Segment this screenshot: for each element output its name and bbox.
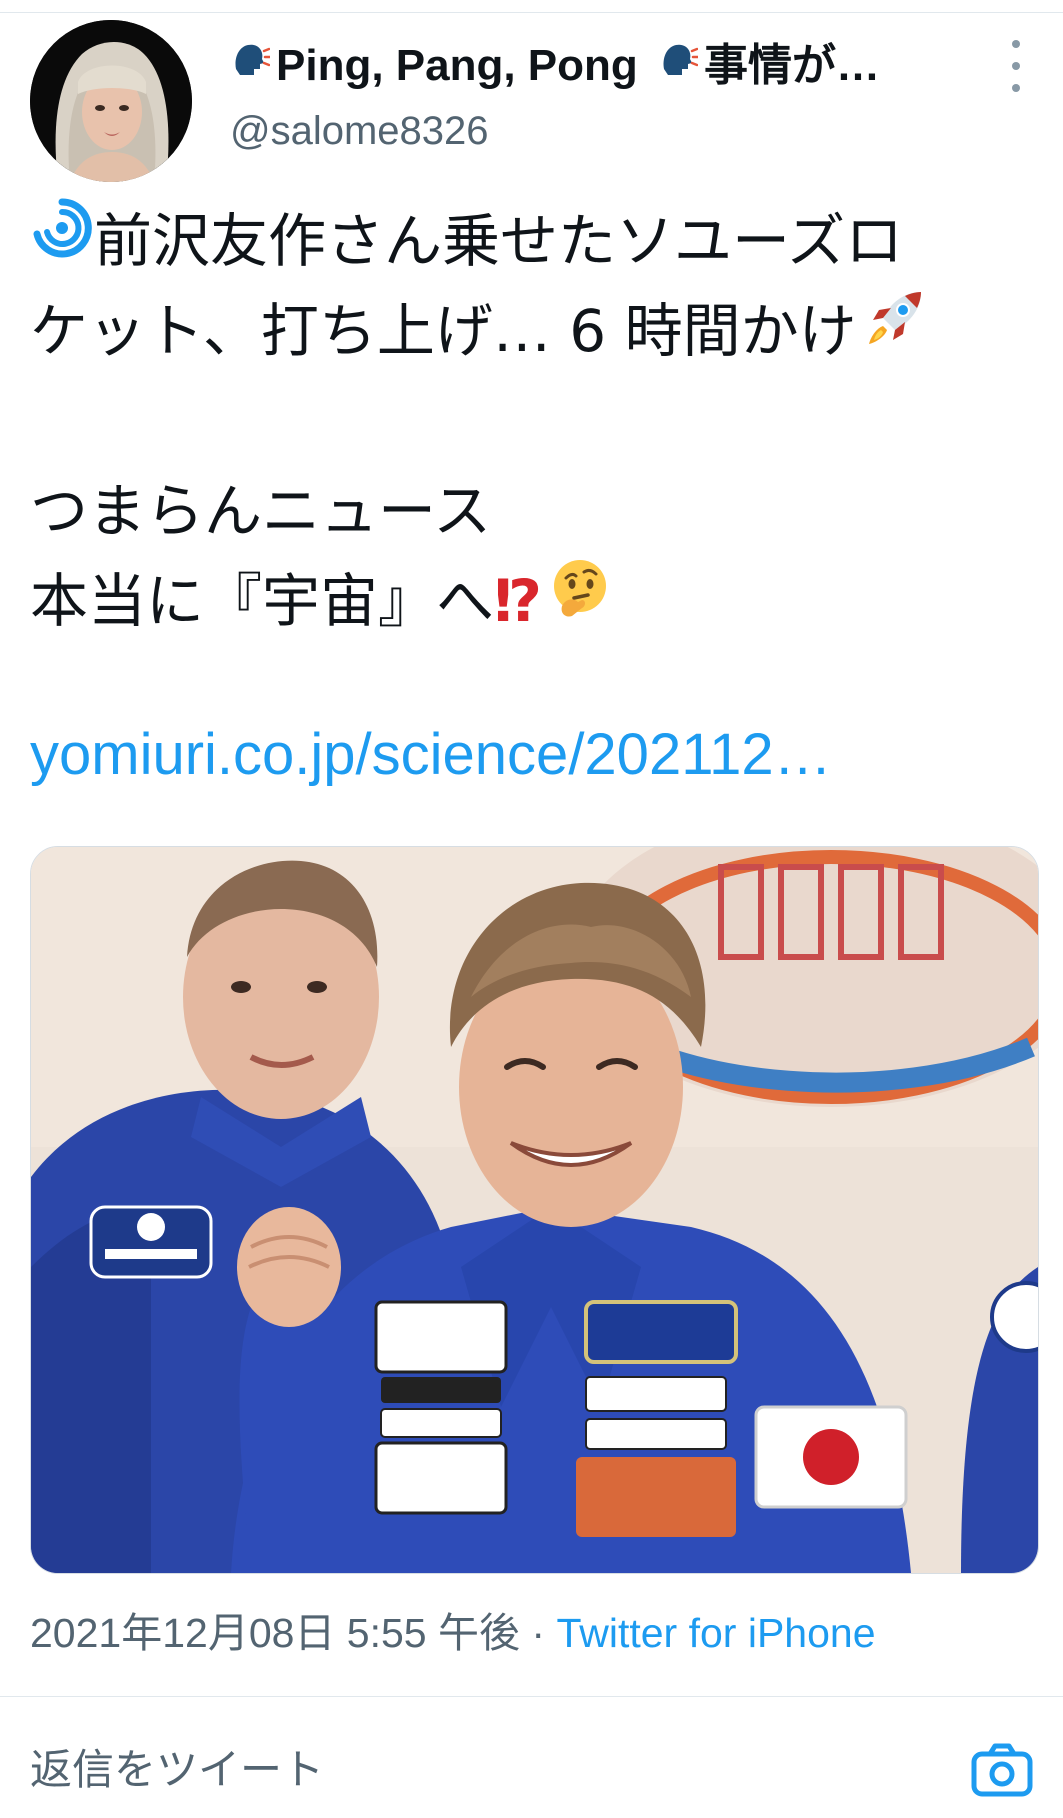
tweet-line-2-text: ケット、打ち上げ… 6 時間かけ bbox=[30, 297, 857, 365]
more-dot bbox=[1012, 40, 1020, 48]
more-options-button[interactable] bbox=[996, 40, 1036, 92]
avatar-photo bbox=[30, 20, 192, 182]
display-name-part-2: 事情が… bbox=[704, 41, 881, 90]
more-dot bbox=[1012, 62, 1020, 70]
thinking-face-icon bbox=[548, 555, 612, 645]
exclamation-question-icon: ⁉ bbox=[494, 567, 543, 635]
rocket-icon bbox=[863, 284, 929, 375]
camera-button[interactable] bbox=[970, 1740, 1034, 1800]
tweet-line-4: 本当に『宇宙』へ⁉ bbox=[30, 556, 1040, 646]
tweet-media-image[interactable] bbox=[30, 846, 1039, 1574]
article-link[interactable]: yomiuri.co.jp/science/202112… bbox=[30, 710, 832, 800]
reply-input[interactable]: 返信をツイート bbox=[30, 1740, 930, 1800]
author-avatar[interactable] bbox=[30, 20, 192, 182]
author-handle[interactable]: @salome8326 bbox=[230, 106, 489, 156]
tweet-line-2: ケット、打ち上げ… 6 時間かけ bbox=[30, 286, 1040, 376]
tweet-line-1-text: 前沢友作さん乗せたソユーズロ bbox=[94, 207, 904, 275]
tweet-text: 前沢友作さん乗せたソユーズロ ケット、打ち上げ… 6 時間かけ つまらんニュース… bbox=[30, 196, 1040, 646]
more-dot bbox=[1012, 84, 1020, 92]
tweet-meta: 2021年12月08日 5:55 午後 · Twitter for iPhone bbox=[30, 1605, 876, 1661]
cyclone-icon bbox=[30, 195, 94, 285]
display-name-part-1: Ping, Pang, Pong bbox=[276, 41, 638, 90]
speaking-head-icon bbox=[230, 38, 272, 93]
tweet-source[interactable]: Twitter for iPhone bbox=[556, 1610, 875, 1656]
top-divider bbox=[0, 12, 1063, 13]
tweet-line-3: つまらんニュース bbox=[30, 477, 492, 545]
tweet-line-1: 前沢友作さん乗せたソユーズロ bbox=[30, 196, 1040, 286]
author-display-name[interactable]: Ping, Pang, Pong 事情が… bbox=[230, 38, 930, 94]
photo-of-astronauts bbox=[31, 847, 1038, 1573]
bottom-divider bbox=[0, 1696, 1063, 1697]
tweet-line-4-text: 本当に『宇宙』へ bbox=[30, 567, 495, 635]
meta-separator: · bbox=[531, 1610, 546, 1656]
tweet-timestamp[interactable]: 2021年12月08日 5:55 午後 bbox=[30, 1610, 520, 1656]
speaking-head-icon bbox=[658, 38, 700, 93]
camera-icon bbox=[971, 1743, 1033, 1797]
